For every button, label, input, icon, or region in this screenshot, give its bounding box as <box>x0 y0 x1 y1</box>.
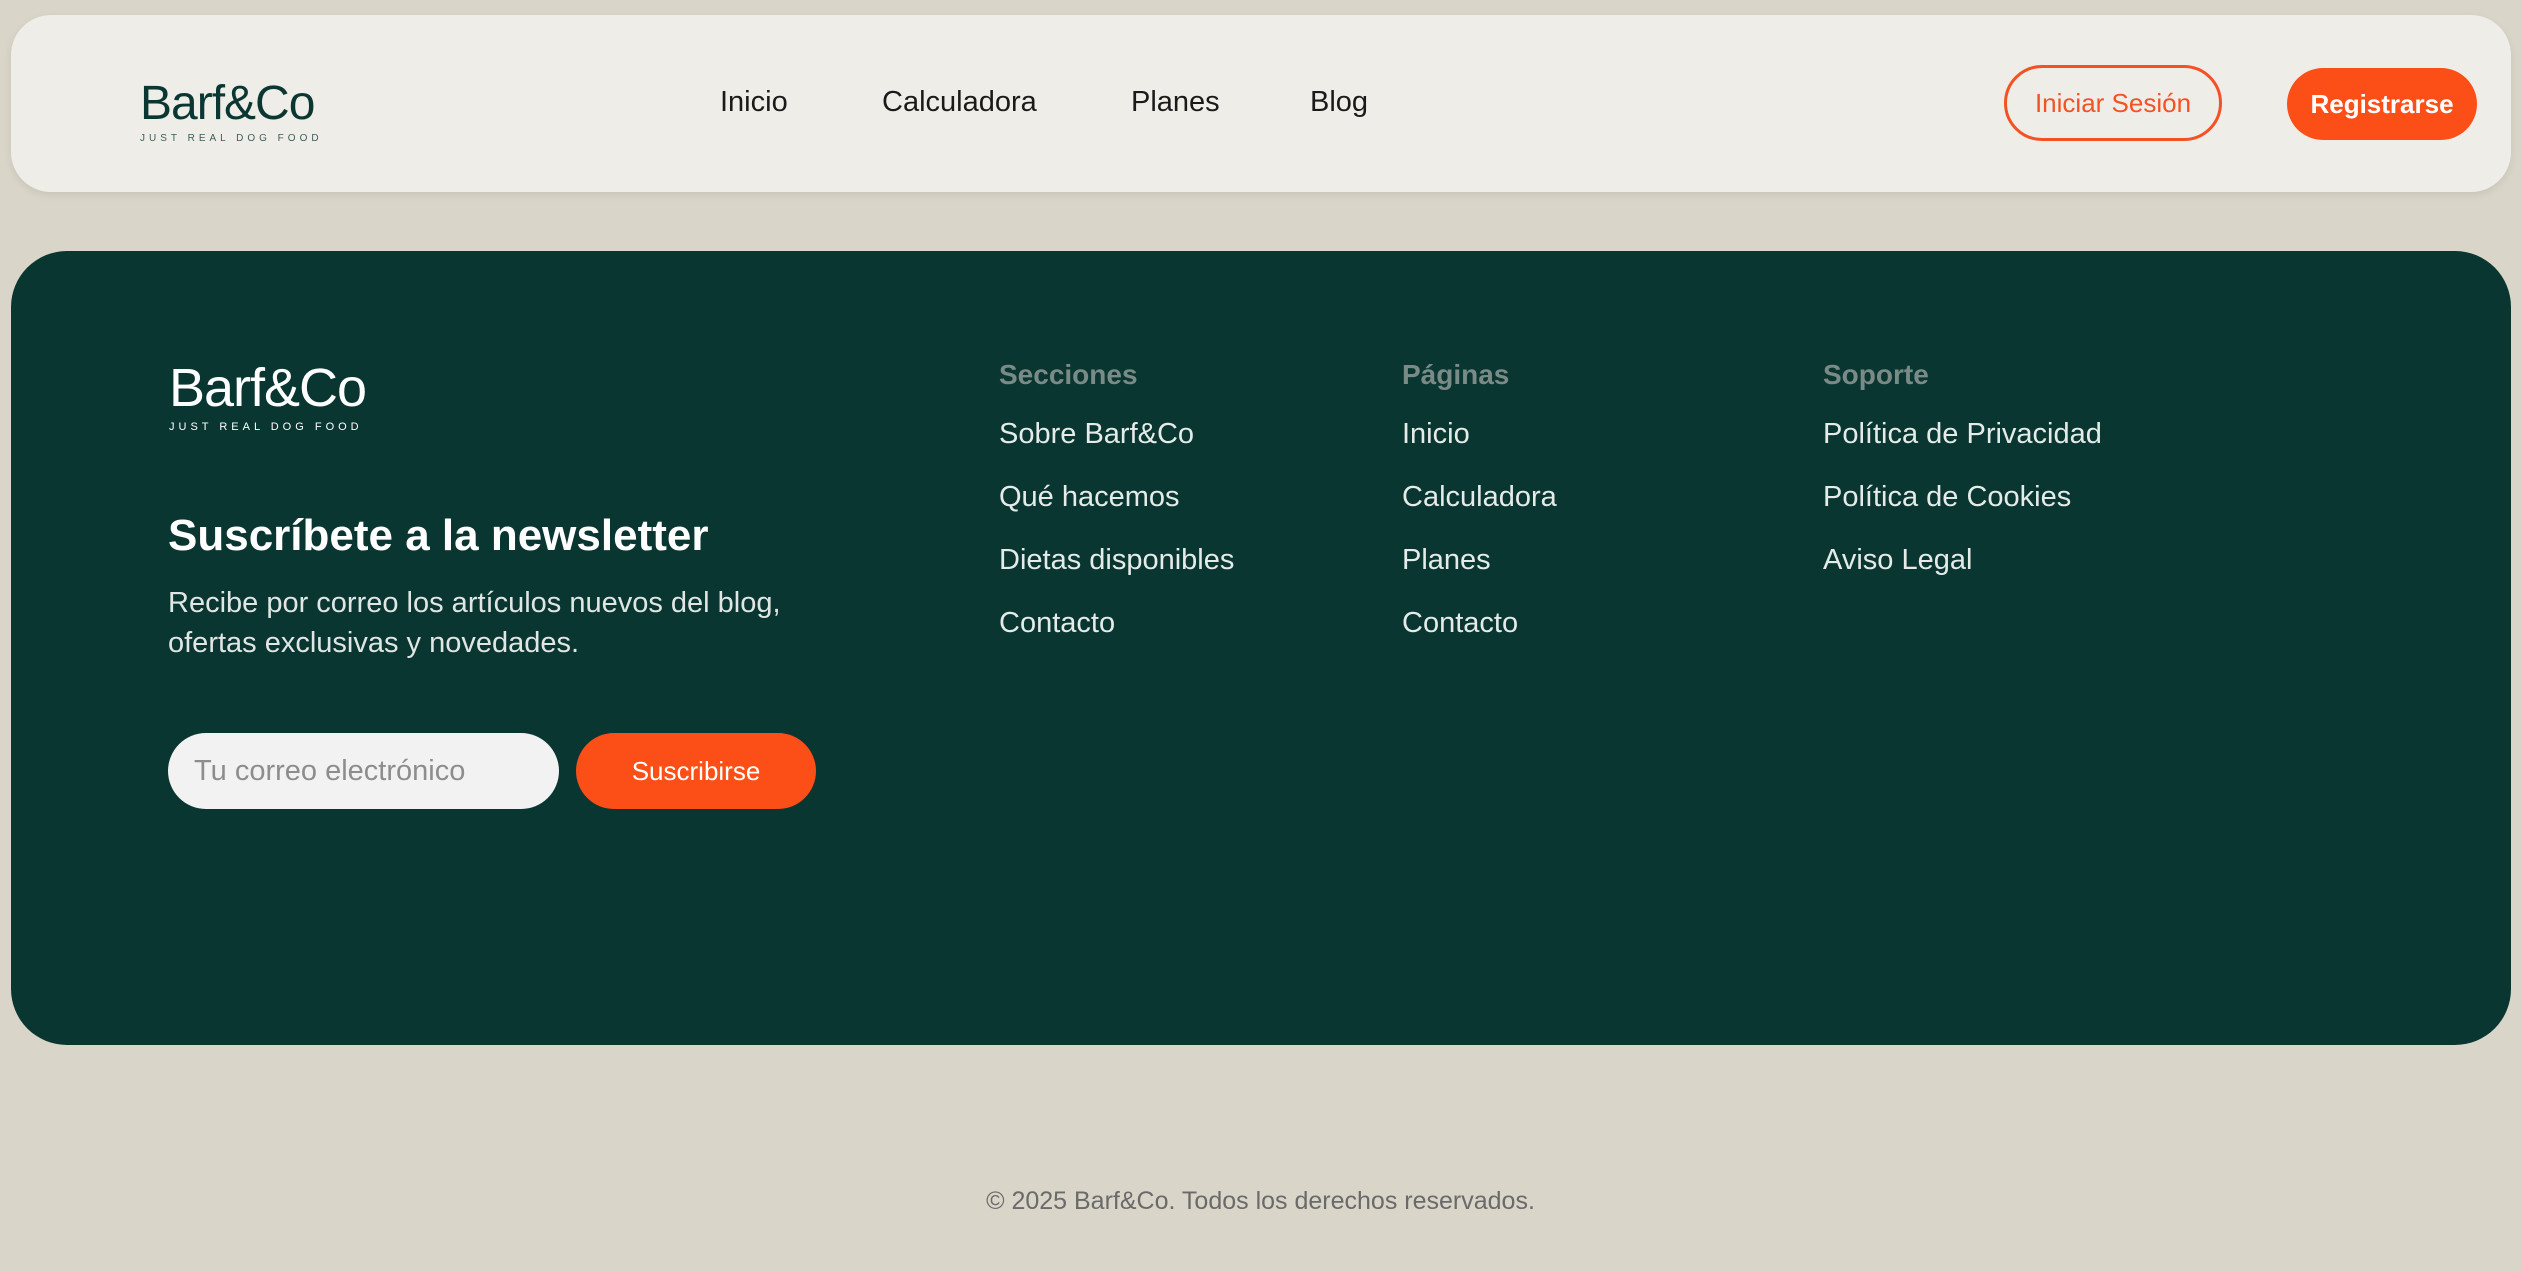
nav-link-calculadora[interactable]: Calculadora <box>882 86 1037 119</box>
header-logo[interactable]: Barf&Co JUST REAL DOG FOOD <box>140 77 323 145</box>
footer-logo[interactable]: Barf&Co JUST REAL DOG FOOD <box>169 358 367 433</box>
nav-link-inicio[interactable]: Inicio <box>720 86 788 119</box>
footer-link-que-hacemos[interactable]: Qué hacemos <box>999 477 1234 517</box>
footer-link-planes[interactable]: Planes <box>1402 540 1557 580</box>
footer-link-privacidad[interactable]: Política de Privacidad <box>1823 414 2102 454</box>
column-heading: Páginas <box>1402 359 1510 390</box>
footer-link-calculadora[interactable]: Calculadora <box>1402 477 1557 517</box>
footer-link-contacto-pages[interactable]: Contacto <box>1402 603 1557 643</box>
login-button[interactable]: Iniciar Sesión <box>2004 65 2222 141</box>
nav-link-blog[interactable]: Blog <box>1310 86 1368 119</box>
footer-column-secciones: Secciones Sobre Barf&Co Qué hacemos Diet… <box>999 355 1234 666</box>
footer-link-contacto[interactable]: Contacto <box>999 603 1234 643</box>
footer-link-cookies[interactable]: Política de Cookies <box>1823 477 2102 517</box>
footer-column-soporte: Soporte Política de Privacidad Política … <box>1823 355 2102 603</box>
footer-link-dietas[interactable]: Dietas disponibles <box>999 540 1234 580</box>
footer-column-paginas: Páginas Inicio Calculadora Planes Contac… <box>1402 355 1557 666</box>
nav-link-planes[interactable]: Planes <box>1131 86 1220 119</box>
logo-tagline: JUST REAL DOG FOOD <box>140 133 323 144</box>
site-footer: Barf&Co JUST REAL DOG FOOD Suscríbete a … <box>11 251 2511 1045</box>
column-heading: Secciones <box>999 359 1138 390</box>
footer-logo-tagline: JUST REAL DOG FOOD <box>169 421 363 433</box>
subscribe-button[interactable]: Suscribirse <box>576 733 816 809</box>
register-button[interactable]: Registrarse <box>2287 68 2477 140</box>
copyright-text: © 2025 Barf&Co. Todos los derechos reser… <box>986 1187 1535 1215</box>
newsletter-description: Recibe por correo los artículos nuevos d… <box>168 587 781 659</box>
newsletter-email-input[interactable] <box>168 733 559 809</box>
column-heading: Soporte <box>1823 359 1929 390</box>
footer-link-sobre[interactable]: Sobre Barf&Co <box>999 414 1234 454</box>
newsletter-title: Suscríbete a la newsletter <box>168 511 709 560</box>
footer-link-aviso-legal[interactable]: Aviso Legal <box>1823 540 2102 580</box>
site-header: Barf&Co JUST REAL DOG FOOD Inicio Calcul… <box>11 15 2511 192</box>
footer-logo-wordmark: Barf&Co <box>169 358 367 418</box>
footer-link-inicio[interactable]: Inicio <box>1402 414 1557 454</box>
logo-wordmark: Barf&Co <box>140 77 315 130</box>
